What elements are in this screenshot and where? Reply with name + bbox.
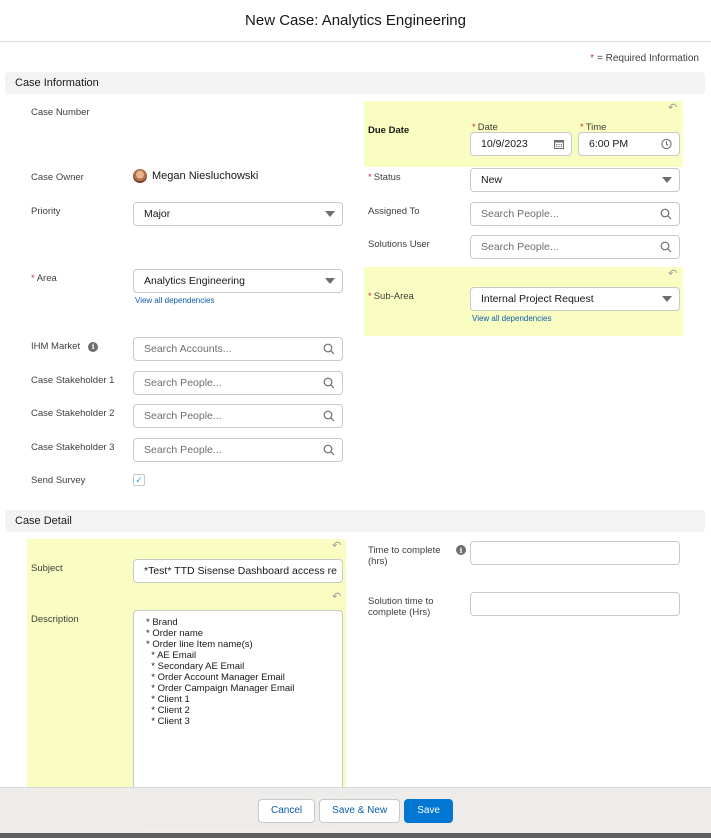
description-line: * Client 2 xyxy=(146,705,190,716)
chevron-down-icon xyxy=(325,211,335,217)
description-line: * Order Account Manager Email xyxy=(146,672,285,683)
priority-value: Major xyxy=(144,208,171,220)
area-select[interactable]: Analytics Engineering xyxy=(133,269,343,293)
due-date-label: Due Date xyxy=(368,125,410,136)
status-label: * Status xyxy=(368,172,401,183)
subject-value: *Test* TTD Sisense Dashboard access re xyxy=(144,565,337,577)
chevron-down-icon xyxy=(662,296,672,302)
description-label: Description xyxy=(31,614,79,625)
time-to-complete-input[interactable] xyxy=(470,541,680,565)
cancel-button[interactable]: Cancel xyxy=(258,798,316,823)
case-number-label: Case Number xyxy=(31,107,90,118)
due-date-value: 10/9/2023 xyxy=(481,138,528,150)
stakeholder-1-input[interactable]: Search People... xyxy=(133,371,343,395)
required-star: * xyxy=(590,53,594,64)
search-icon xyxy=(323,410,335,422)
solution-time-input[interactable] xyxy=(470,592,680,616)
required-star: * xyxy=(31,273,35,284)
assigned-to-input[interactable]: Search People... xyxy=(470,202,680,226)
due-time-value: 6:00 PM xyxy=(589,138,629,150)
chevron-down-icon xyxy=(325,278,335,284)
case-owner-label: Case Owner xyxy=(31,172,84,183)
status-select[interactable]: New xyxy=(470,168,680,192)
stakeholder-1-label: Case Stakeholder 1 xyxy=(31,375,115,386)
page-title: New Case: Analytics Engineering xyxy=(245,12,466,29)
ihm-market-label: IHM Market i xyxy=(31,341,99,352)
section-title: Case Detail xyxy=(15,515,72,527)
search-icon xyxy=(660,241,672,253)
required-info-legend: * = Required Information xyxy=(590,53,699,64)
due-date-input[interactable]: 10/9/2023 xyxy=(470,132,572,156)
section-case-detail[interactable]: Case Detail xyxy=(5,510,705,532)
save-button[interactable]: Save xyxy=(404,798,453,823)
undo-icon[interactable]: ↶ xyxy=(332,539,341,552)
info-icon[interactable]: i xyxy=(88,341,99,352)
clock-icon[interactable] xyxy=(661,138,672,150)
status-value: New xyxy=(481,174,503,186)
area-label: * Area xyxy=(31,273,57,284)
send-survey-checkbox[interactable]: ✓ xyxy=(133,474,145,486)
save-and-new-button[interactable]: Save & New xyxy=(319,798,401,823)
send-survey-label: Send Survey xyxy=(31,475,86,486)
case-owner-value[interactable]: Megan Niesluchowski xyxy=(133,169,258,183)
solutions-user-label: Solutions User xyxy=(368,239,430,250)
description-line: * Order name xyxy=(146,628,204,639)
solution-time-label: Solution time to complete (Hrs) xyxy=(368,596,434,618)
description-line: * Order line Item name(s) xyxy=(146,639,253,650)
description-line: * Client 1 xyxy=(146,694,190,705)
check-icon: ✓ xyxy=(135,474,143,485)
sub-area-label: * Sub-Area xyxy=(368,291,414,302)
view-all-dependencies-link[interactable]: View all dependencies xyxy=(135,296,214,305)
section-case-information[interactable]: Case Information xyxy=(5,72,705,94)
sub-area-value: Internal Project Request xyxy=(481,293,594,305)
chevron-down-icon xyxy=(662,177,672,183)
time-to-complete-label: Time to complete (hrs) xyxy=(368,545,441,567)
undo-icon[interactable]: ↶ xyxy=(668,101,677,114)
description-content: * Brand * Order name * Order line Item nam… xyxy=(146,617,330,727)
subject-label: Subject xyxy=(31,563,63,574)
description-line: * Secondary AE Email xyxy=(146,661,245,672)
stakeholder-3-input[interactable]: Search People... xyxy=(133,438,343,462)
description-line: * AE Email xyxy=(146,650,197,661)
priority-select[interactable]: Major xyxy=(133,202,343,226)
ihm-market-input[interactable]: Search Accounts... xyxy=(133,337,343,361)
calendar-icon[interactable] xyxy=(554,139,564,149)
solutions-user-input[interactable]: Search People... xyxy=(470,235,680,259)
subject-input[interactable]: *Test* TTD Sisense Dashboard access re xyxy=(133,559,343,583)
view-all-dependencies-link[interactable]: View all dependencies xyxy=(472,314,551,323)
avatar xyxy=(133,169,147,183)
due-time-input[interactable]: 6:00 PM xyxy=(578,132,680,156)
search-icon xyxy=(323,377,335,389)
search-icon xyxy=(323,444,335,456)
modal-header: New Case: Analytics Engineering xyxy=(0,0,711,42)
search-icon xyxy=(660,208,672,220)
area-value: Analytics Engineering xyxy=(144,275,245,287)
footer-edge xyxy=(0,833,711,838)
stakeholder-2-label: Case Stakeholder 2 xyxy=(31,408,115,419)
required-info-text: = Required Information xyxy=(596,53,699,64)
section-title: Case Information xyxy=(15,77,99,89)
stakeholder-2-input[interactable]: Search People... xyxy=(133,404,343,428)
ihm-market-placeholder: Search Accounts... xyxy=(144,343,232,355)
undo-icon[interactable]: ↶ xyxy=(332,590,341,603)
case-owner-name: Megan Niesluchowski xyxy=(152,170,259,182)
modal-footer: Cancel Save & New Save xyxy=(0,787,711,833)
assigned-to-label: Assigned To xyxy=(368,206,420,217)
info-icon[interactable]: i xyxy=(456,545,466,555)
stakeholder-3-label: Case Stakeholder 3 xyxy=(31,442,115,453)
description-line: * Brand xyxy=(146,617,178,628)
sub-area-select[interactable]: Internal Project Request xyxy=(470,287,680,311)
undo-icon[interactable]: ↶ xyxy=(668,267,677,280)
description-line: * Client 3 xyxy=(146,716,190,727)
description-line: * Order Campaign Manager Email xyxy=(146,683,295,694)
priority-label: Priority xyxy=(31,206,61,217)
search-icon xyxy=(323,343,335,355)
